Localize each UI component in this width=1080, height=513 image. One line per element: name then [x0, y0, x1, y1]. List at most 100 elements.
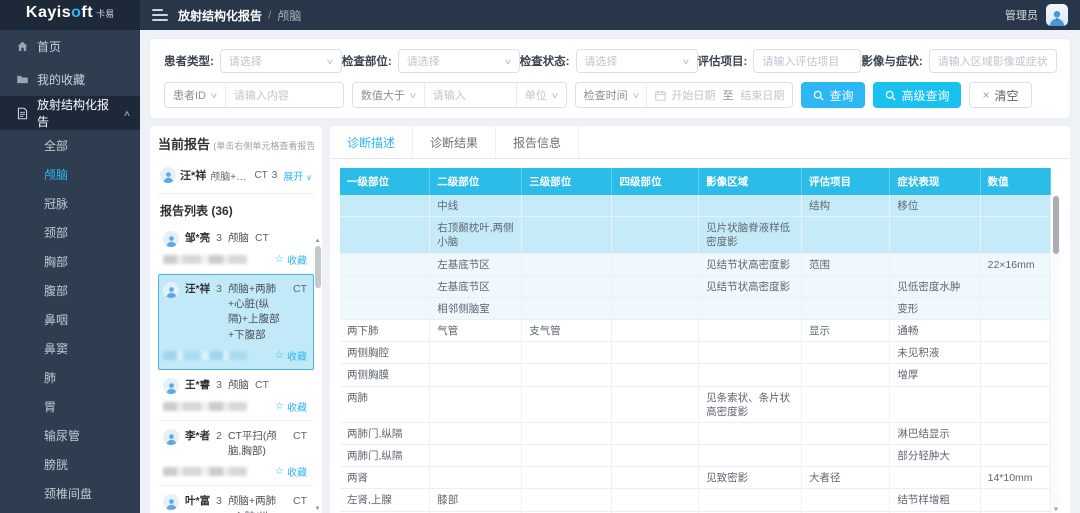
- filter-select-2[interactable]: 请选择∨: [576, 49, 698, 73]
- scroll-up-icon[interactable]: ▲: [314, 238, 321, 244]
- table-cell[interactable]: [612, 489, 699, 511]
- report-list-item-1[interactable]: 汪*祥3颅脑+两肺+心脏(纵隔)+上腹部+下腹部CT☆收藏: [158, 274, 314, 370]
- report-list-item-4[interactable]: 叶*富3颅脑+两肺+心脏(纵隔)+上腹部+下腹部CT☆收藏: [158, 486, 314, 513]
- expand-link[interactable]: 展开 ∨: [283, 168, 312, 183]
- table-cell[interactable]: 相邻侧脑室: [430, 298, 522, 320]
- table-cell[interactable]: 淋巴结显示: [890, 423, 980, 445]
- table-cell[interactable]: [522, 195, 612, 217]
- sidebar-item-favorites[interactable]: 我的收藏: [0, 63, 140, 96]
- sidebar-subitem-4[interactable]: 胸部: [0, 248, 140, 277]
- table-cell[interactable]: [340, 276, 430, 298]
- sidebar-subitem-9[interactable]: 胃: [0, 393, 140, 422]
- filter-select-1[interactable]: 请选择∨: [398, 49, 520, 73]
- table-cell[interactable]: [612, 254, 699, 276]
- table-cell[interactable]: 结节样增粗: [890, 489, 980, 511]
- table-cell[interactable]: 中线: [430, 195, 522, 217]
- search-button[interactable]: 查询: [801, 82, 865, 108]
- table-cell[interactable]: [612, 467, 699, 489]
- table-cell[interactable]: 两侧胸腔: [340, 342, 430, 364]
- table-cell[interactable]: [981, 387, 1051, 423]
- table-cell[interactable]: [612, 342, 699, 364]
- user-avatar[interactable]: [1046, 4, 1068, 26]
- table-cell[interactable]: [612, 320, 699, 342]
- table-cell[interactable]: [522, 298, 612, 320]
- breadcrumb-section[interactable]: 放射结构化报告: [178, 7, 262, 24]
- table-cell[interactable]: 结构: [802, 195, 890, 217]
- table-cell[interactable]: [802, 489, 890, 511]
- table-cell[interactable]: [890, 254, 980, 276]
- table-cell[interactable]: 增厚: [890, 364, 980, 386]
- table-cell[interactable]: 移位: [890, 195, 980, 217]
- table-cell[interactable]: [981, 320, 1051, 342]
- table-cell[interactable]: 右顶颞枕叶,两侧小脑: [430, 217, 522, 253]
- table-cell[interactable]: [340, 195, 430, 217]
- table-cell[interactable]: [699, 298, 802, 320]
- sidebar-subitem-7[interactable]: 鼻窦: [0, 335, 140, 364]
- table-cell[interactable]: 见条索状、条片状高密度影: [699, 387, 802, 423]
- table-cell[interactable]: 显示: [802, 320, 890, 342]
- scrollbar-thumb[interactable]: [315, 246, 321, 288]
- table-cell[interactable]: [981, 489, 1051, 511]
- table-cell[interactable]: 两肺门,纵隔: [340, 445, 430, 467]
- table-cell[interactable]: 左基底节区: [430, 254, 522, 276]
- scroll-down-icon[interactable]: ▼: [314, 506, 321, 512]
- sidebar-subitem-3[interactable]: 颈部: [0, 219, 140, 248]
- table-cell[interactable]: [522, 423, 612, 445]
- table-cell[interactable]: [340, 298, 430, 320]
- table-cell[interactable]: [430, 445, 522, 467]
- table-cell[interactable]: [981, 342, 1051, 364]
- table-cell[interactable]: [430, 467, 522, 489]
- table-cell[interactable]: [981, 445, 1051, 467]
- table-cell[interactable]: [430, 423, 522, 445]
- table-cell[interactable]: [522, 445, 612, 467]
- table-cell[interactable]: [522, 467, 612, 489]
- table-cell[interactable]: [699, 445, 802, 467]
- table-cell[interactable]: [981, 217, 1051, 253]
- table-cell[interactable]: [699, 342, 802, 364]
- table-cell[interactable]: [890, 217, 980, 253]
- favorite-button[interactable]: ☆收藏: [275, 252, 307, 267]
- table-cell[interactable]: [612, 387, 699, 423]
- clear-button[interactable]: × 清空: [969, 82, 1031, 108]
- table-cell[interactable]: 部分轻肿大: [890, 445, 980, 467]
- table-cell[interactable]: [340, 217, 430, 253]
- table-cell[interactable]: [522, 364, 612, 386]
- table-cell[interactable]: [522, 489, 612, 511]
- table-cell[interactable]: 左基底节区: [430, 276, 522, 298]
- table-cell[interactable]: [612, 445, 699, 467]
- unit-select[interactable]: 单位 ∨: [516, 83, 566, 107]
- table-cell[interactable]: [802, 217, 890, 253]
- table-cell[interactable]: 通畅: [890, 320, 980, 342]
- filter-input-3[interactable]: 请输入评估项目: [753, 49, 861, 73]
- user-name[interactable]: 管理员: [1005, 7, 1038, 23]
- report-list-item-2[interactable]: 王*睿3颅脑CT☆收藏: [158, 370, 314, 421]
- table-cell[interactable]: [430, 364, 522, 386]
- table-cell[interactable]: [802, 387, 890, 423]
- sidebar-subitem-11[interactable]: 膀胱: [0, 451, 140, 480]
- sidebar-subitem-8[interactable]: 肺: [0, 364, 140, 393]
- current-report-card[interactable]: 汪*祥 颅脑+两肺+心... CT 3 展开 ∨: [158, 159, 314, 194]
- table-cell[interactable]: 见低密度水肿: [890, 276, 980, 298]
- sidebar-item-home[interactable]: 首页: [0, 30, 140, 63]
- table-cell[interactable]: [699, 489, 802, 511]
- table-cell[interactable]: [802, 445, 890, 467]
- table-cell[interactable]: 见致密影: [699, 467, 802, 489]
- report-list-item-0[interactable]: 邹*亮3颅脑CT☆收藏: [158, 223, 314, 274]
- table-cell[interactable]: [699, 195, 802, 217]
- sidebar-subitem-5[interactable]: 腹部: [0, 277, 140, 306]
- report-list-item-3[interactable]: 李*者2CT平扫(颅脑,胸部)CT☆收藏: [158, 421, 314, 486]
- favorite-button[interactable]: ☆收藏: [275, 464, 307, 479]
- sidebar-subitem-1[interactable]: 颅脑: [0, 161, 140, 190]
- table-cell[interactable]: [612, 423, 699, 445]
- table-cell[interactable]: [802, 423, 890, 445]
- sidebar-item-structured-report[interactable]: 放射结构化报告 ∧: [0, 96, 140, 130]
- scroll-down-icon[interactable]: ▼: [1052, 507, 1060, 513]
- table-cell[interactable]: [340, 254, 430, 276]
- advanced-search-button[interactable]: 高级查询: [873, 82, 961, 108]
- time-field-select[interactable]: 检查时间 ∨: [576, 83, 647, 107]
- patient-id-field-select[interactable]: 患者ID ∨: [165, 83, 225, 107]
- table-cell[interactable]: [890, 467, 980, 489]
- tab-1[interactable]: 诊断结果: [413, 126, 496, 158]
- table-cell[interactable]: 支气管: [522, 320, 612, 342]
- table-cell[interactable]: 见结节状高密度影: [699, 254, 802, 276]
